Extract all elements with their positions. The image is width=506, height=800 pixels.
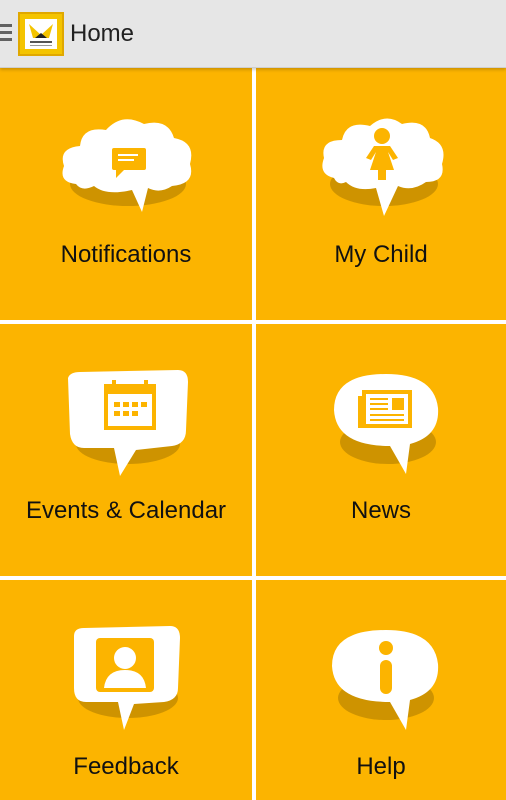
home-menu-grid: Notifications My Child Events & Calendar… [0, 68, 506, 800]
tile-my-child[interactable]: My Child [256, 68, 506, 320]
app-bar: Home [0, 0, 506, 68]
tile-label-notifications: Notifications [60, 241, 192, 268]
calendar-icon [68, 370, 188, 476]
newspaper-icon [334, 374, 439, 474]
tile-label-my-child: My Child [334, 241, 428, 268]
chat-bubble-icon [62, 119, 192, 212]
school-logo[interactable] [18, 12, 64, 56]
tile-label-help: Help [356, 753, 406, 780]
tile-notifications[interactable]: Notifications [0, 68, 252, 320]
tile-label-feedback: Feedback [73, 753, 179, 780]
tile-label-news: News [350, 497, 411, 524]
child-icon [322, 118, 444, 216]
user-icon [74, 626, 180, 730]
page-title: Home [70, 20, 135, 47]
tile-events-calendar[interactable]: Events & Calendar [0, 324, 252, 576]
tile-label-events-calendar: Events & Calendar [25, 497, 227, 524]
info-icon [332, 630, 439, 730]
tile-help[interactable]: Help [256, 580, 506, 800]
hamburger-menu-icon[interactable] [0, 24, 14, 44]
tile-news[interactable]: News [256, 324, 506, 576]
tile-feedback[interactable]: Feedback [0, 580, 252, 800]
